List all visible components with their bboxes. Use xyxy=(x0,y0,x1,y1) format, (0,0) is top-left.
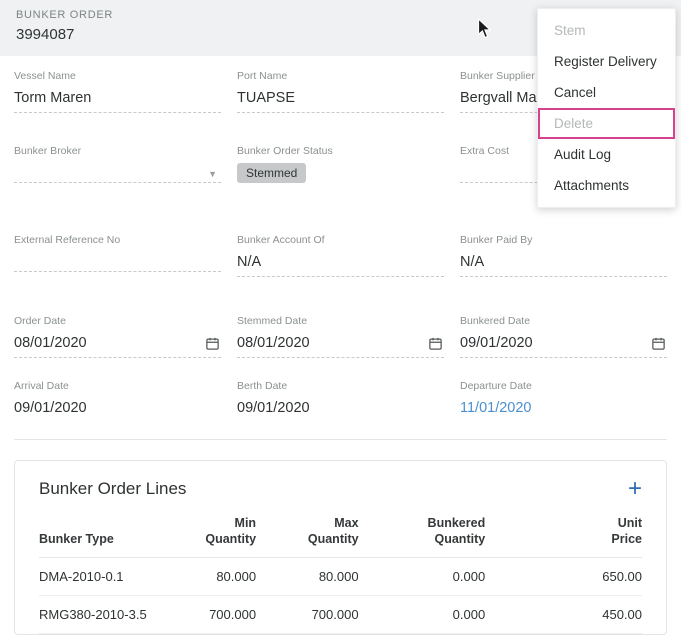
menu-item-audit-log[interactable]: Audit Log xyxy=(538,139,675,170)
cell-bunkered-quantity: 0.000 xyxy=(359,558,486,596)
field-external-reference-no: External Reference No xyxy=(14,234,221,277)
field-label: Vessel Name xyxy=(14,70,221,82)
card-title: Bunker Order Lines xyxy=(39,479,186,499)
status-badge: Stemmed xyxy=(237,163,306,183)
column-header-min-quantity: Min Quantity xyxy=(184,509,256,558)
context-menu: Stem Register Delivery Cancel Delete Aud… xyxy=(537,8,676,208)
field-bunkered-date: Bunkered Date 09/01/2020 xyxy=(460,315,667,358)
section-divider xyxy=(14,439,667,440)
menu-item-attachments[interactable]: Attachments xyxy=(538,170,675,201)
menu-item-delete[interactable]: Delete xyxy=(538,108,675,139)
field-departure-date: Departure Date 11/01/2020 xyxy=(460,380,667,423)
column-header-unit-price: Unit Price xyxy=(485,509,642,558)
field-label: Bunker Paid By xyxy=(460,234,667,246)
chevron-down-icon[interactable]: ▼ xyxy=(208,169,217,179)
bunkered-date-input[interactable]: 09/01/2020 xyxy=(460,333,667,358)
field-vessel-name: Vessel Name Torm Maren xyxy=(14,70,221,113)
bunker-order-lines-card: Bunker Order Lines + Bunker Type Min Qua… xyxy=(14,460,667,635)
field-label: Bunkered Date xyxy=(460,315,667,327)
order-date-input[interactable]: 08/01/2020 xyxy=(14,333,221,358)
arrival-date-value: 09/01/2020 xyxy=(14,398,221,423)
table-row[interactable]: DMA-2010-0.1 80.000 80.000 0.000 650.00 xyxy=(39,558,642,596)
field-label: Order Date xyxy=(14,315,221,327)
cell-unit-price: 450.00 xyxy=(485,596,642,634)
column-header-bunker-type: Bunker Type xyxy=(39,509,184,558)
cell-min-quantity: 700.000 xyxy=(184,596,256,634)
field-stemmed-date: Stemmed Date 08/01/2020 xyxy=(237,315,444,358)
bunker-account-of-input[interactable]: N/A xyxy=(237,252,444,277)
field-order-date: Order Date 08/01/2020 xyxy=(14,315,221,358)
field-bunker-account-of: Bunker Account Of N/A xyxy=(237,234,444,277)
cell-max-quantity: 80.000 xyxy=(256,558,359,596)
calendar-icon[interactable] xyxy=(651,336,666,351)
field-berth-date: Berth Date 09/01/2020 xyxy=(237,380,444,423)
table-row[interactable]: RMG380-2010-3.5 700.000 700.000 0.000 45… xyxy=(39,596,642,634)
field-arrival-date: Arrival Date 09/01/2020 xyxy=(14,380,221,423)
vessel-name-input[interactable]: Torm Maren xyxy=(14,88,221,113)
bunker-broker-input[interactable] xyxy=(14,163,221,183)
menu-item-cancel[interactable]: Cancel xyxy=(538,77,675,108)
cell-bunkered-quantity: 0.000 xyxy=(359,596,486,634)
cell-bunker-type: RMG380-2010-3.5 xyxy=(39,596,184,634)
cell-unit-price: 650.00 xyxy=(485,558,642,596)
field-label: Departure Date xyxy=(460,380,667,392)
field-bunker-order-status: Bunker Order Status Stemmed xyxy=(237,145,444,188)
field-label: Arrival Date xyxy=(14,380,221,392)
field-label: Bunker Order Status xyxy=(237,145,444,157)
stemmed-date-input[interactable]: 08/01/2020 xyxy=(237,333,444,358)
table-header-row: Bunker Type Min Quantity Max Quantity Bu… xyxy=(39,509,642,558)
calendar-icon[interactable] xyxy=(428,336,443,351)
column-header-max-quantity: Max Quantity xyxy=(256,509,359,558)
column-header-bunkered-quantity: Bunkered Quantity xyxy=(359,509,486,558)
field-label: External Reference No xyxy=(14,234,221,246)
cell-bunker-type: DMA-2010-0.1 xyxy=(39,558,184,596)
order-lines-table: Bunker Type Min Quantity Max Quantity Bu… xyxy=(39,509,642,634)
mouse-cursor xyxy=(477,18,492,44)
departure-date-link[interactable]: 11/01/2020 xyxy=(460,398,667,423)
field-bunker-broker: Bunker Broker ▼ xyxy=(14,145,221,188)
calendar-icon[interactable] xyxy=(205,336,220,351)
bunker-paid-by-input[interactable]: N/A xyxy=(460,252,667,277)
port-name-input[interactable]: TUAPSE xyxy=(237,88,444,113)
menu-item-stem[interactable]: Stem xyxy=(538,15,675,46)
cell-max-quantity: 700.000 xyxy=(256,596,359,634)
card-header: Bunker Order Lines + xyxy=(39,479,642,499)
field-label: Bunker Account Of xyxy=(237,234,444,246)
berth-date-value: 09/01/2020 xyxy=(237,398,444,423)
field-port-name: Port Name TUAPSE xyxy=(237,70,444,113)
external-reference-input[interactable] xyxy=(14,252,221,272)
field-label: Bunker Broker xyxy=(14,145,221,157)
field-label: Berth Date xyxy=(237,380,444,392)
menu-item-register-delivery[interactable]: Register Delivery xyxy=(538,46,675,77)
status-field: Stemmed xyxy=(237,163,444,188)
cell-min-quantity: 80.000 xyxy=(184,558,256,596)
field-label: Stemmed Date xyxy=(237,315,444,327)
field-label: Port Name xyxy=(237,70,444,82)
field-bunker-paid-by: Bunker Paid By N/A xyxy=(460,234,667,277)
add-line-button[interactable]: + xyxy=(628,479,642,499)
